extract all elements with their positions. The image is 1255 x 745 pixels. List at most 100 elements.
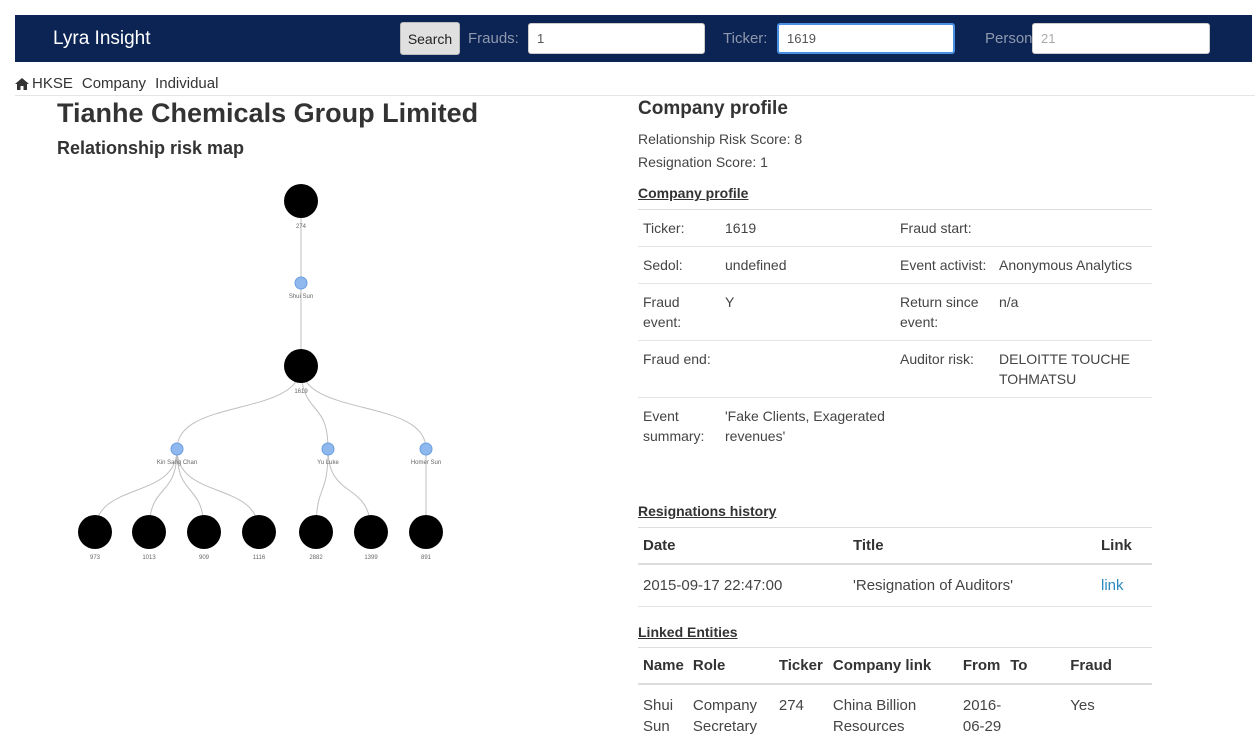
- company-node[interactable]: [284, 184, 318, 218]
- company-node[interactable]: [299, 515, 333, 549]
- company-profile-table: Ticker: 1619 Fraud start: Sedol: undefin…: [638, 209, 1152, 454]
- node-label: Kin Sang Chan: [157, 460, 197, 466]
- col-role: Role: [687, 647, 774, 685]
- brand-logo[interactable]: Lyra Insight: [53, 28, 151, 50]
- table-header-row: Name Role Ticker Company link From To Fr…: [638, 647, 1152, 685]
- node-label: 891: [421, 555, 432, 561]
- profile-label: Fraud end:: [643, 351, 711, 367]
- profile-value: 'Fake Clients, Exagerated revenues': [725, 408, 885, 444]
- search-button[interactable]: Search: [400, 22, 460, 55]
- profile-label: Event summary:: [643, 408, 705, 444]
- node-label: 909: [199, 555, 210, 561]
- profile-label: Return since event:: [900, 294, 979, 330]
- relationship-risk-map[interactable]: 274 Shui Sun 1619 Kin Sang Chan Yu Luke Homer…: [60, 170, 560, 590]
- profile-value: [994, 210, 1152, 246]
- col-date: Date: [638, 527, 848, 565]
- linked-fraud: Yes: [1070, 697, 1095, 714]
- company-node[interactable]: [354, 515, 388, 549]
- risk-map-edge: [176, 365, 302, 450]
- company-profile-section-title: Company profile: [638, 185, 749, 201]
- col-name: Name: [638, 647, 688, 685]
- linked-name[interactable]: Shui Sun: [638, 684, 688, 745]
- risk-map-edge: [300, 365, 427, 450]
- col-to: To: [1005, 647, 1066, 685]
- node-label: 1116: [253, 555, 266, 561]
- linked-company-link[interactable]: China Billion Resources: [828, 684, 958, 745]
- node-label: 2882: [309, 555, 323, 561]
- risk-map-title: Relationship risk map: [57, 138, 245, 158]
- company-node[interactable]: [78, 515, 112, 549]
- breadcrumb-individual[interactable]: Individual: [155, 75, 218, 92]
- profile-row: Fraud end: Auditor risk: DELOITTE TOUCHE…: [638, 341, 1152, 398]
- breadcrumb-divider: [15, 95, 1255, 96]
- resignation-score: Resignation Score: 1: [638, 154, 768, 170]
- linked-from: 2016-06-29: [962, 697, 1002, 735]
- company-node[interactable]: [284, 349, 318, 383]
- relationship-risk-score: Relationship Risk Score: 8: [638, 131, 803, 147]
- profile-value: 1619: [725, 220, 757, 236]
- col-from: From: [957, 647, 1006, 685]
- person-label: Person:: [985, 30, 1037, 47]
- profile-value: [994, 398, 1152, 454]
- resignation-date: 2015-09-17 22:47:00: [638, 564, 848, 607]
- linked-entities-table: Name Role Ticker Company link From To Fr…: [638, 647, 1152, 745]
- top-navbar: Lyra Insight Search Frauds: Ticker: Pers…: [15, 15, 1252, 62]
- col-company-link: Company link: [827, 647, 958, 685]
- person-node[interactable]: [419, 442, 433, 456]
- table-header-row: Date Title Link: [638, 527, 1152, 565]
- profile-label: Fraud event:: [643, 294, 682, 330]
- resignations-table: Date Title Link 2015-09-17 22:47:00 'Res…: [638, 527, 1152, 607]
- profile-label: Auditor risk:: [900, 351, 974, 367]
- breadcrumb-hkse: HKSE: [32, 75, 73, 92]
- node-label: Homer Sun: [411, 460, 441, 466]
- linked-to: [1005, 684, 1065, 745]
- profile-value: Y: [725, 294, 735, 310]
- profile-label: Sedol:: [643, 257, 683, 273]
- company-node[interactable]: [132, 515, 166, 549]
- node-label: 1619: [294, 389, 308, 395]
- resignation-link[interactable]: link: [1101, 577, 1124, 594]
- profile-value: DELOITTE TOUCHE TOHMATSU: [999, 351, 1130, 387]
- person-input[interactable]: [1032, 23, 1210, 54]
- breadcrumb-company[interactable]: Company: [82, 75, 146, 92]
- profile-heading: Company profile: [638, 98, 788, 119]
- node-label: 1399: [364, 555, 378, 561]
- person-node[interactable]: [170, 442, 184, 456]
- node-label: 1013: [142, 555, 156, 561]
- node-label: 973: [90, 555, 101, 561]
- profile-value: n/a: [999, 294, 1019, 310]
- ticker-input[interactable]: [777, 23, 955, 54]
- node-label: Shui Sun: [289, 294, 313, 300]
- company-node[interactable]: [187, 515, 221, 549]
- col-title: Title: [848, 527, 1096, 565]
- profile-row: Event summary: 'Fake Clients, Exagerated…: [638, 398, 1152, 454]
- breadcrumb: HKSE Company Individual: [15, 75, 218, 92]
- ticker-label: Ticker:: [723, 30, 768, 47]
- col-link: Link: [1096, 527, 1152, 565]
- node-label: 274: [296, 224, 307, 230]
- node-label: Yu Luke: [317, 460, 339, 466]
- frauds-input[interactable]: [528, 23, 705, 54]
- profile-label: Fraud start:: [900, 220, 972, 236]
- resignations-section-title: Resignations history: [638, 503, 777, 519]
- profile-label: Ticker:: [643, 220, 685, 236]
- person-node[interactable]: [321, 442, 335, 456]
- profile-row: Sedol: undefined Event activist: Anonymo…: [638, 247, 1152, 284]
- person-node[interactable]: [294, 276, 308, 290]
- profile-row: Fraud event: Y Return since event: n/a: [638, 284, 1152, 341]
- profile-value: undefined: [725, 257, 787, 273]
- profile-label: Event activist:: [900, 257, 987, 273]
- col-ticker: Ticker: [773, 647, 828, 685]
- table-row: 2015-09-17 22:47:00 'Resignation of Audi…: [638, 564, 1152, 607]
- company-title: Tianhe Chemicals Group Limited: [57, 98, 479, 128]
- breadcrumb-home[interactable]: HKSE: [15, 75, 73, 92]
- company-node[interactable]: [242, 515, 276, 549]
- profile-row: Ticker: 1619 Fraud start:: [638, 210, 1152, 247]
- home-icon: [15, 77, 29, 90]
- resignation-title: 'Resignation of Auditors': [848, 564, 1096, 607]
- linked-entities-section-title: Linked Entities: [638, 624, 738, 640]
- profile-label: [895, 398, 994, 454]
- table-row: Shui Sun Company Secretary 274 China Bil…: [638, 684, 1152, 745]
- company-node[interactable]: [409, 515, 443, 549]
- linked-role: Company Secretary: [692, 697, 758, 735]
